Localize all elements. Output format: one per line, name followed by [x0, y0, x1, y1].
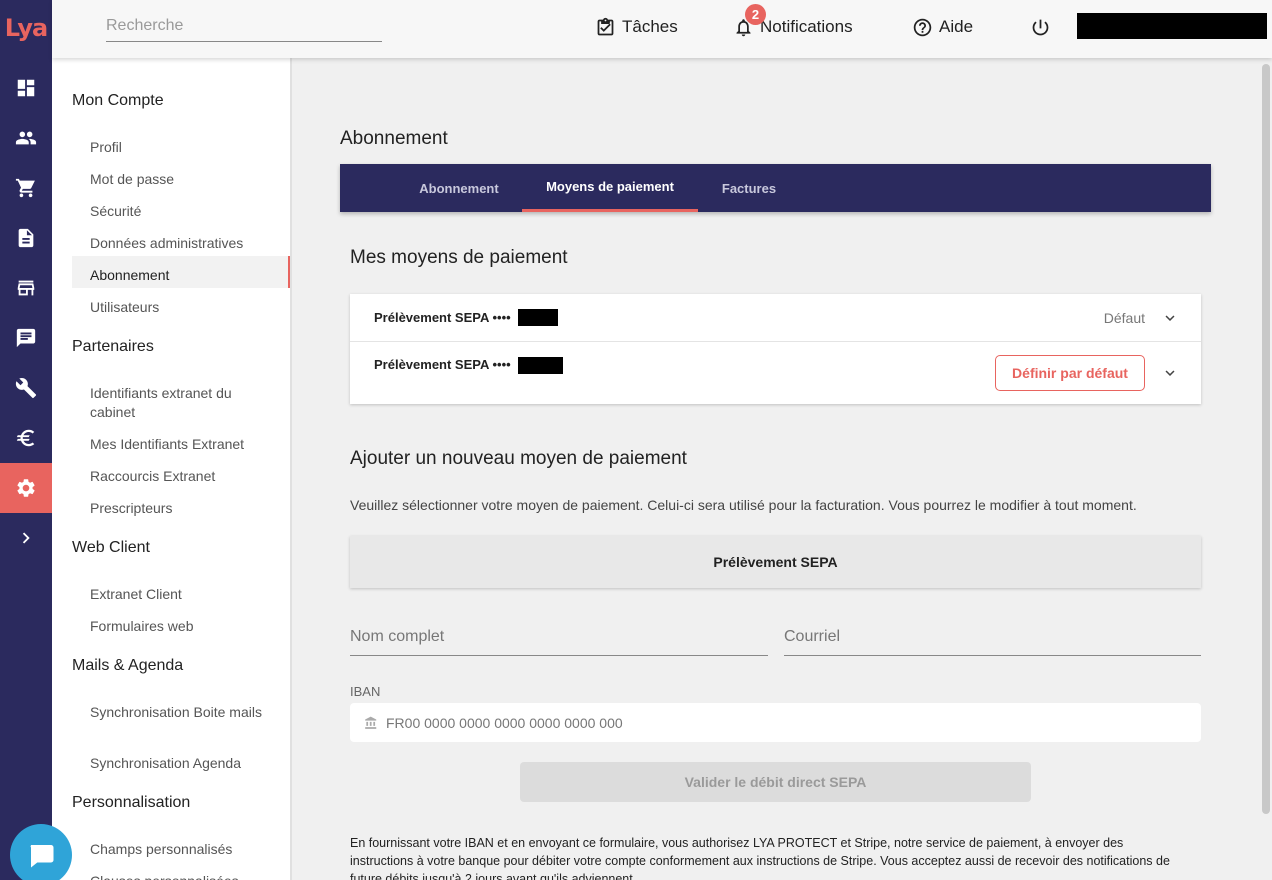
scrollbar[interactable]	[1260, 58, 1272, 880]
tasks-button[interactable]: Tâches	[595, 15, 678, 39]
section-mon-compte: Mon Compte	[72, 92, 164, 109]
document-icon[interactable]	[0, 213, 52, 263]
email-field[interactable]: Courriel	[784, 618, 1201, 656]
help-label: Aide	[939, 17, 974, 36]
payment-method-label: Prélèvement SEPA ••••	[374, 310, 511, 325]
top-bar: Recherche Tâches Notifications 2 Aide	[52, 0, 1272, 58]
section-mails-agenda: Mails & Agenda	[72, 657, 184, 674]
support-chat-button[interactable]	[10, 824, 72, 880]
legal-mandate-text: En fournissant votre IBAN et en envoyant…	[350, 836, 1170, 880]
chat-icon[interactable]	[0, 313, 52, 363]
sepa-method-option[interactable]: Prélèvement SEPA	[350, 536, 1201, 588]
power-icon	[1032, 19, 1049, 35]
cart-icon[interactable]	[0, 163, 52, 213]
help-circle-icon	[913, 18, 932, 36]
page-title: Abonnement	[340, 128, 448, 149]
menu-item-mes-identifiants-extranet[interactable]: Mes Identifiants Extranet	[90, 435, 270, 454]
euro-icon[interactable]	[0, 413, 52, 463]
add-payment-method-title: Ajouter un nouveau moyen de paiement	[350, 448, 687, 469]
payment-method-row[interactable]: Prélèvement SEPA •••• Défaut	[350, 294, 1201, 342]
tab-bar: Abonnement Moyens de paiement Factures	[340, 164, 1211, 212]
menu-item-abonnement[interactable]: Abonnement	[90, 266, 270, 285]
default-status: Défaut	[1103, 310, 1145, 326]
dashboard-icon[interactable]	[0, 63, 52, 113]
tab-factures[interactable]: Factures	[700, 164, 798, 212]
lya-logo[interactable]: Lya	[0, 0, 52, 56]
redacted-iban-digits	[518, 309, 558, 326]
iban-input[interactable]: FR00 0000 0000 0000 0000 0000 000	[350, 703, 1201, 742]
scrollbar-thumb[interactable]	[1262, 64, 1270, 814]
menu-item-formulaires-web[interactable]: Formulaires web	[90, 617, 270, 636]
payment-method-row[interactable]: Prélèvement SEPA •••• Définir par défaut	[350, 342, 1201, 404]
full-name-field[interactable]: Nom complet	[350, 618, 768, 656]
section-partenaires: Partenaires	[72, 338, 154, 355]
menu-item-prescripteurs[interactable]: Prescripteurs	[90, 499, 270, 518]
power-button[interactable]	[1030, 15, 1057, 39]
section-web-client: Web Client	[72, 539, 150, 556]
search-input[interactable]: Recherche	[106, 15, 382, 42]
menu-item-identifiants-extranet-cabinet[interactable]: Identifiants extranet du cabinet	[90, 384, 270, 422]
payment-methods-title: Mes moyens de paiement	[350, 247, 568, 268]
chevron-down-icon[interactable]	[1161, 364, 1179, 382]
add-payment-description: Veuillez sélectionner votre moyen de pai…	[350, 497, 1137, 513]
chat-bubble-icon	[30, 845, 54, 868]
menu-item-clauses-personnalisees[interactable]: Clauses personnalisées	[90, 872, 270, 880]
chevron-right-icon[interactable]	[0, 513, 52, 563]
notifications-label: Notifications	[760, 17, 853, 36]
tab-abonnement[interactable]: Abonnement	[398, 164, 520, 212]
iban-label: IBAN	[350, 684, 381, 699]
redacted-username	[1077, 13, 1267, 39]
menu-item-synchronisation-agenda[interactable]: Synchronisation Agenda	[90, 754, 270, 773]
iban-placeholder: FR00 0000 0000 0000 0000 0000 000	[386, 714, 623, 731]
chevron-down-icon[interactable]	[1161, 309, 1179, 327]
redacted-iban-digits	[518, 357, 563, 374]
section-personnalisation: Personnalisation	[72, 794, 191, 811]
notifications-badge: 2	[745, 4, 766, 25]
tools-icon[interactable]	[0, 363, 52, 413]
people-icon[interactable]	[0, 113, 52, 163]
tasks-label: Tâches	[622, 17, 678, 36]
menu-item-synchronisation-boite-mails[interactable]: Synchronisation Boite mails	[90, 703, 270, 722]
icon-rail: Lya	[0, 0, 52, 880]
help-button[interactable]: Aide	[912, 15, 973, 39]
bank-icon	[365, 716, 377, 729]
menu-item-extranet-client[interactable]: Extranet Client	[90, 585, 270, 604]
menu-item-champs-personnalises[interactable]: Champs personnalisés	[90, 840, 270, 859]
settings-menu: Mon Compte Profil Mot de passe Sécurité …	[52, 58, 292, 880]
payment-methods-list: Prélèvement SEPA •••• Défaut Prélèvement…	[350, 294, 1201, 404]
store-icon[interactable]	[0, 263, 52, 313]
menu-item-mot-de-passe[interactable]: Mot de passe	[90, 170, 270, 189]
clipboard-check-icon	[597, 17, 614, 35]
menu-item-profil[interactable]: Profil	[90, 138, 270, 157]
payment-method-label: Prélèvement SEPA ••••	[374, 357, 511, 372]
menu-item-raccourcis-extranet[interactable]: Raccourcis Extranet	[90, 467, 270, 486]
menu-item-utilisateurs[interactable]: Utilisateurs	[90, 298, 270, 317]
tab-moyens-de-paiement[interactable]: Moyens de paiement	[522, 164, 698, 212]
validate-sepa-button[interactable]: Valider le débit direct SEPA	[520, 762, 1031, 802]
menu-item-securite[interactable]: Sécurité	[90, 202, 270, 221]
menu-item-donnees-administratives[interactable]: Données administratives	[90, 234, 270, 253]
main-content: Abonnement Abonnement Moyens de paiement…	[292, 58, 1260, 880]
set-default-button[interactable]: Définir par défaut	[995, 355, 1145, 391]
gear-icon[interactable]	[0, 463, 52, 513]
